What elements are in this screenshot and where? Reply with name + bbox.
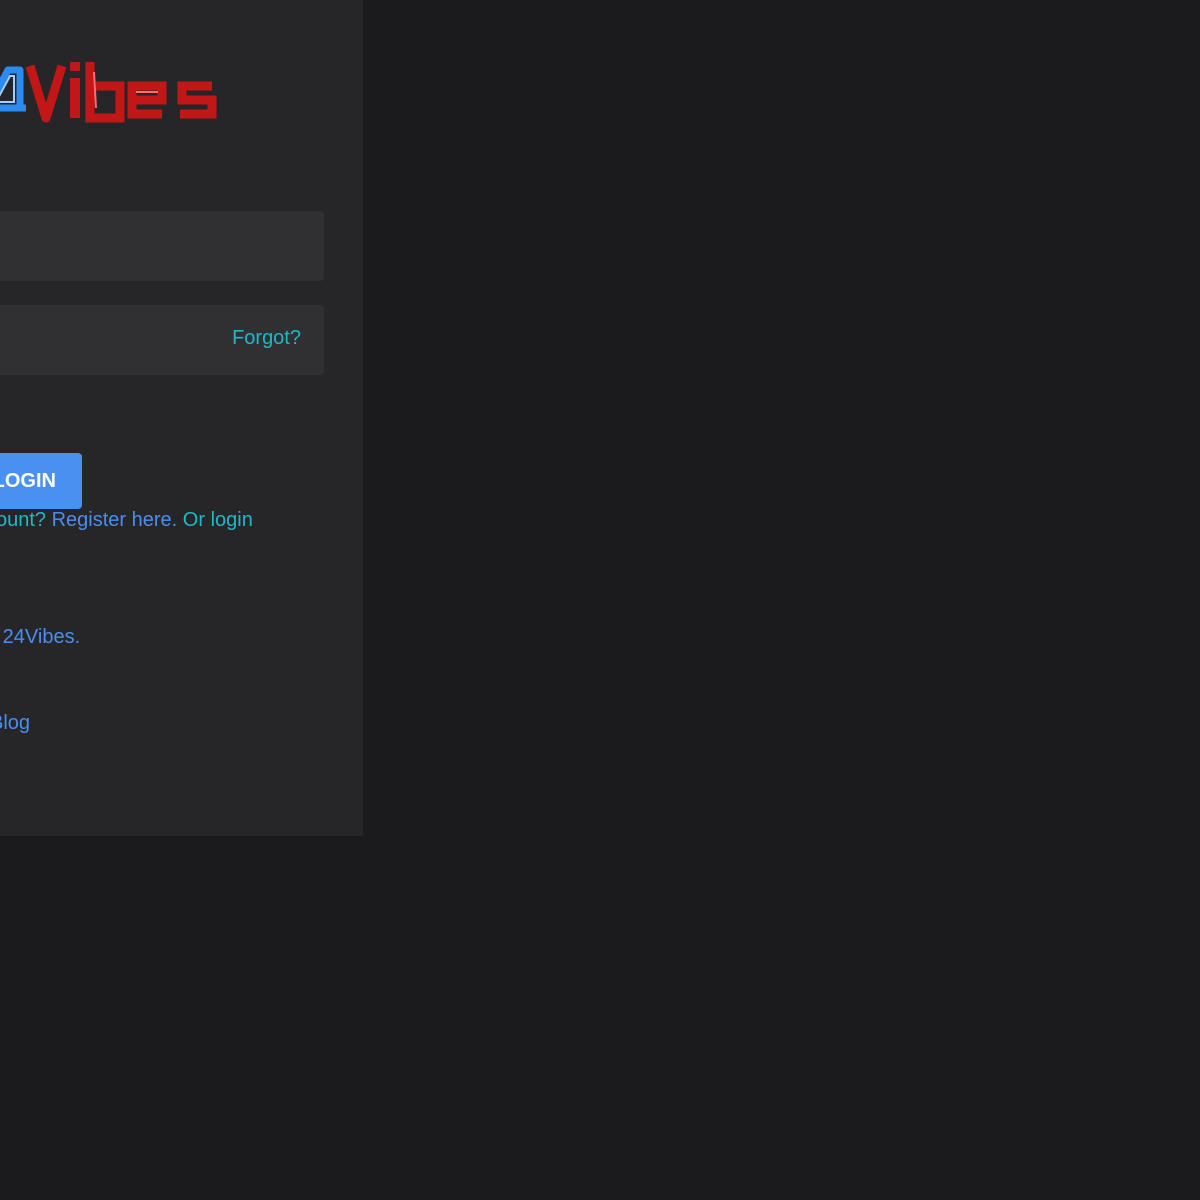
username-field[interactable] — [0, 211, 324, 281]
register-prefix-text: count? — [0, 509, 47, 531]
logo-mark-4 — [0, 66, 26, 112]
forgot-password-link[interactable]: Forgot? — [232, 327, 301, 350]
blog-link[interactable]: Blog — [0, 712, 30, 735]
login-panel: Forgot? e LOGIN count? Register here. Or… — [0, 0, 363, 836]
site-logo — [0, 62, 217, 123]
password-field[interactable]: Forgot? — [0, 305, 324, 375]
or-login-link[interactable]: Or login — [177, 509, 253, 531]
copyright-text: 6 24Vibes. — [0, 626, 81, 648]
register-prompt: count? Register here. Or login — [0, 509, 253, 532]
login-button[interactable]: LOGIN — [0, 453, 82, 509]
register-link[interactable]: Register here. — [52, 509, 178, 531]
logo-wordmark — [25, 62, 217, 123]
